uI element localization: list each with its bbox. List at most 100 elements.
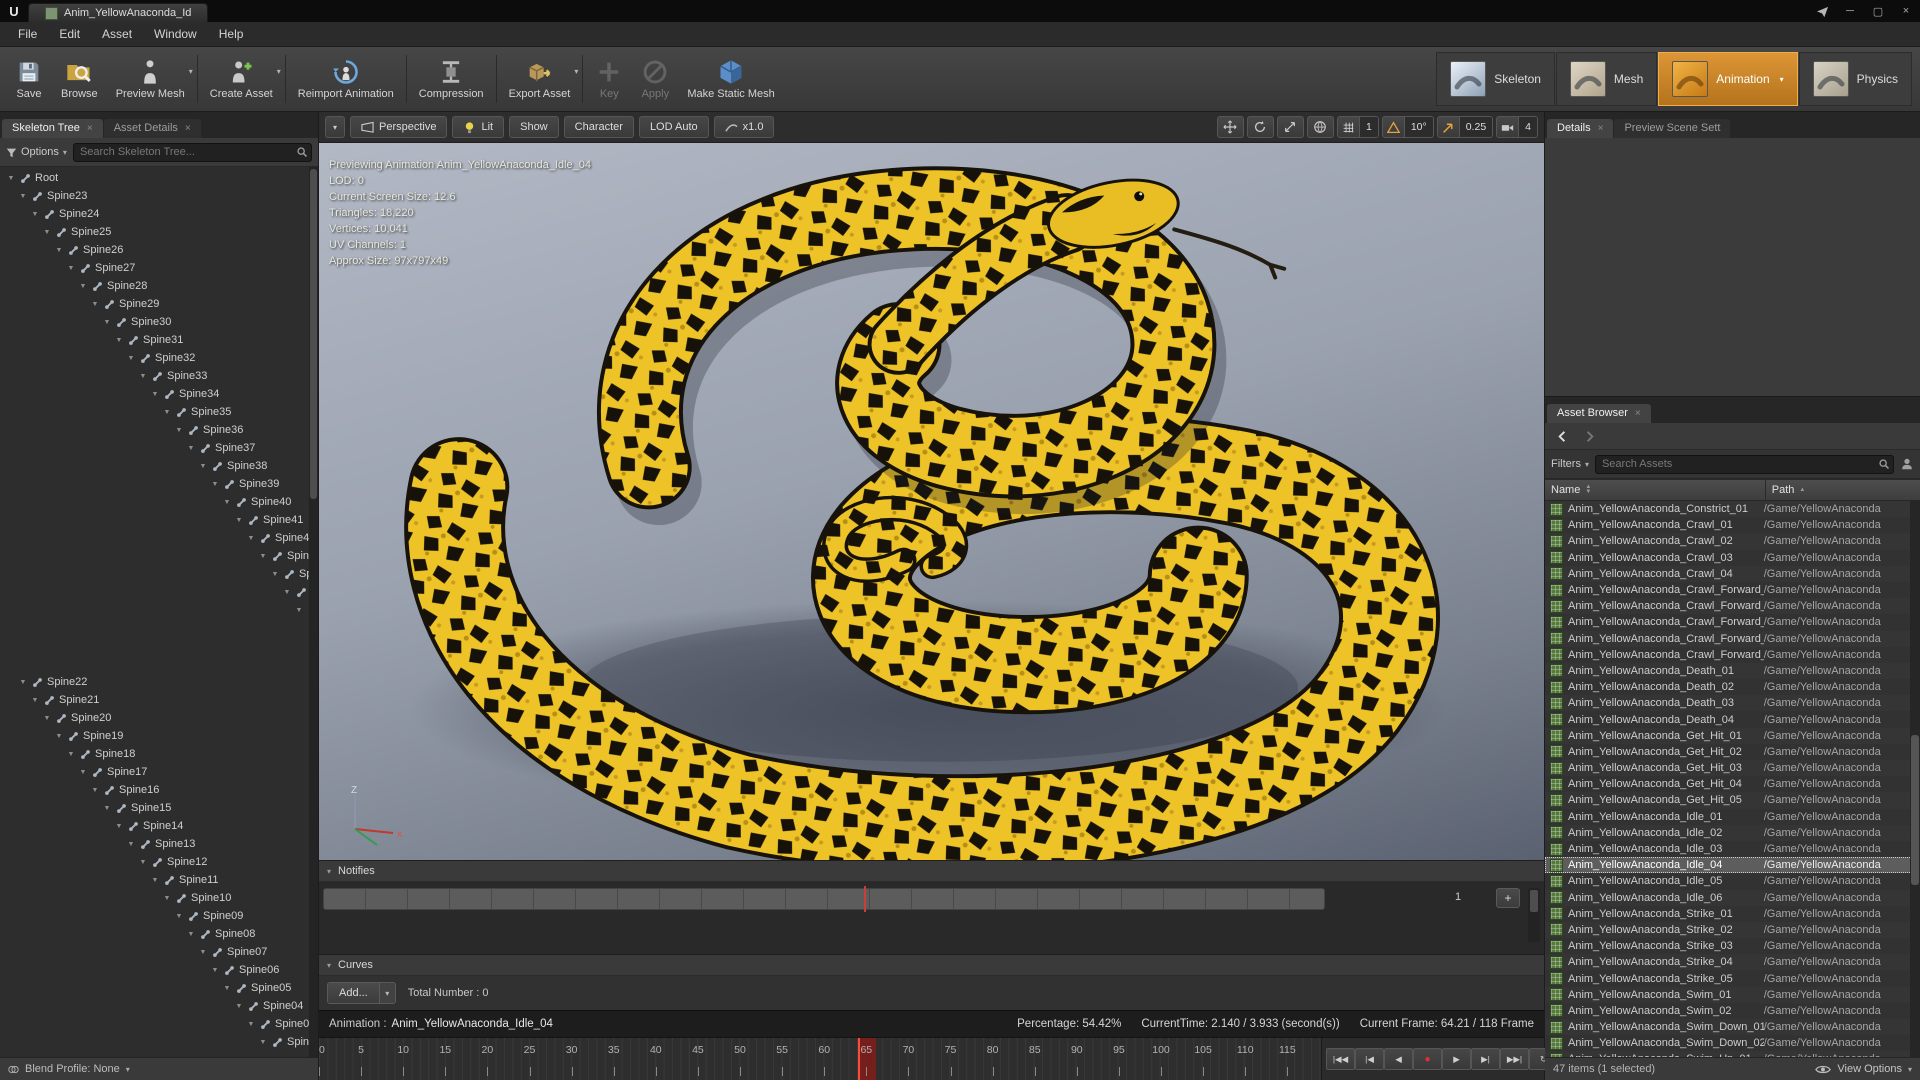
record-button[interactable]: ● xyxy=(1413,1048,1442,1070)
bone-tree-item[interactable]: ▼ Spine03 xyxy=(0,1015,318,1033)
expander-arrow-icon[interactable]: ▼ xyxy=(54,733,64,740)
tab-preview-scene-settings[interactable]: Preview Scene Sett xyxy=(1614,119,1731,138)
bone-tree-item[interactable]: ▼ Spine25 xyxy=(0,223,318,241)
mode-animation-button[interactable]: Animation ▾ xyxy=(1658,52,1798,106)
bone-tree-item[interactable]: ▼ Spine17 xyxy=(0,763,318,781)
expander-arrow-icon[interactable]: ▾ xyxy=(327,867,331,876)
bone-tree-item[interactable]: ▼Spine44 xyxy=(0,565,318,583)
expander-arrow-icon[interactable]: ▼ xyxy=(30,211,40,218)
notifies-scrollbar[interactable] xyxy=(1528,888,1540,942)
expander-arrow-icon[interactable]: ▼ xyxy=(18,679,28,686)
bone-tree-item[interactable]: ▼ Spine06 xyxy=(0,961,318,979)
asset-row[interactable]: Anim_YellowAnaconda_Swim_Down_01/Game/Ye… xyxy=(1545,1019,1920,1036)
viewport-lit-button[interactable]: Lit xyxy=(452,116,505,138)
expander-arrow-icon[interactable]: ▼ xyxy=(54,247,64,254)
expander-arrow-icon[interactable]: ▼ xyxy=(162,895,172,902)
tab-details[interactable]: Details × xyxy=(1547,119,1614,138)
bone-tree-item[interactable]: ▼ Spine24 xyxy=(0,205,318,223)
tab-asset-browser[interactable]: Asset Browser × xyxy=(1547,404,1651,423)
bone-tree-item[interactable]: ▼ Spine10 xyxy=(0,889,318,907)
viewport-lod-auto-button[interactable]: LOD Auto xyxy=(638,116,709,138)
export-asset-button[interactable]: Export Asset ▾ xyxy=(500,47,580,111)
bone-tree-item[interactable]: ▼ Spine29 xyxy=(0,295,318,313)
step-backward-button[interactable]: |◀ xyxy=(1355,1048,1384,1070)
asset-row[interactable]: Anim_YellowAnaconda_Strike_03/Game/Yello… xyxy=(1545,938,1920,954)
mode-physics-button[interactable]: Physics xyxy=(1798,52,1912,106)
asset-row[interactable]: Anim_YellowAnaconda_Idle_01/Game/YellowA… xyxy=(1545,809,1920,825)
close-icon[interactable]: × xyxy=(185,123,191,134)
expander-arrow-icon[interactable]: ▼ xyxy=(90,787,100,794)
bone-tree-item[interactable]: ▼ Spine41 xyxy=(0,511,318,529)
asset-row[interactable]: Anim_YellowAnaconda_Get_Hit_03/Game/Yell… xyxy=(1545,760,1920,777)
back-button[interactable] xyxy=(1555,429,1570,444)
expander-arrow-icon[interactable]: ▼ xyxy=(126,355,136,362)
asset-row[interactable]: Anim_YellowAnaconda_Get_Hit_01/Game/Yell… xyxy=(1545,727,1920,744)
bone-tree-item[interactable]: ▼ Spine37 xyxy=(0,439,318,457)
asset-list-scrollbar[interactable] xyxy=(1910,501,1920,1057)
bone-tree-item[interactable]: ▼ Spine04 xyxy=(0,997,318,1015)
expander-arrow-icon[interactable]: ▼ xyxy=(246,535,256,542)
bone-tree-item[interactable]: ▼ Spine07 xyxy=(0,943,318,961)
minimize-button[interactable]: ─ xyxy=(1836,0,1864,22)
asset-row[interactable]: Anim_YellowAnaconda_Crawl_01/Game/Yellow… xyxy=(1545,517,1920,533)
asset-row[interactable]: Anim_YellowAnaconda_Idle_04/Game/YellowA… xyxy=(1545,857,1920,874)
bone-tree-item[interactable]: ▼Spine43 xyxy=(0,547,318,565)
expander-arrow-icon[interactable]: ▼ xyxy=(138,859,148,866)
play-reverse-button[interactable]: ◀ xyxy=(1384,1048,1413,1070)
mode-skeleton-button[interactable]: Skeleton xyxy=(1436,52,1555,106)
expander-arrow-icon[interactable]: ▼ xyxy=(174,913,184,920)
expander-arrow-icon[interactable]: ▼ xyxy=(114,823,124,830)
expander-arrow-icon[interactable]: ▼ xyxy=(162,409,172,416)
asset-row[interactable]: Anim_YellowAnaconda_Idle_06/Game/YellowA… xyxy=(1545,889,1920,906)
rotate-tool-button[interactable] xyxy=(1246,116,1274,138)
bone-tree-item[interactable]: ▼ Spine31 xyxy=(0,331,318,349)
dropdown-caret-icon[interactable]: ▾ xyxy=(378,983,395,1003)
bone-tree-item[interactable]: ▼ Spine42 xyxy=(0,529,318,547)
timeline-ruler[interactable]: 0 5 10 15 20 25 30 35 40 45 50 55 60 65 70 75 80 85 90 95 10… xyxy=(319,1038,1321,1080)
bone-tree-item[interactable]: ▼Spine46 xyxy=(0,601,318,619)
bone-tree-item[interactable]: ▼ Spine11 xyxy=(0,871,318,889)
expander-arrow-icon[interactable]: ▼ xyxy=(258,553,268,560)
bone-tree-item[interactable]: ▼ Spine23 xyxy=(0,187,318,205)
asset-row[interactable]: Anim_YellowAnaconda_Strike_04/Game/Yello… xyxy=(1545,954,1920,971)
asset-row[interactable]: Anim_YellowAnaconda_Swim_Down_02/Game/Ye… xyxy=(1545,1035,1920,1051)
asset-row[interactable]: Anim_YellowAnaconda_Crawl_Forward_02/Gam… xyxy=(1545,598,1920,615)
menu-file[interactable]: File xyxy=(8,24,47,44)
expander-arrow-icon[interactable]: ▼ xyxy=(174,427,184,434)
menu-window[interactable]: Window xyxy=(144,24,207,44)
expander-arrow-icon[interactable]: ▼ xyxy=(102,805,112,812)
step-forward-button[interactable]: ▶| xyxy=(1471,1048,1500,1070)
play-button[interactable]: ▶ xyxy=(1442,1048,1471,1070)
to-end-button[interactable]: ▶▶| xyxy=(1500,1048,1529,1070)
notifies-header[interactable]: ▾ Notifies xyxy=(319,860,1544,882)
bone-tree-item[interactable]: ▼ Spine19 xyxy=(0,727,318,745)
asset-row[interactable]: Anim_YellowAnaconda_Death_04/Game/Yellow… xyxy=(1545,711,1920,727)
bone-tree-item[interactable]: ▼ Spine15 xyxy=(0,799,318,817)
playhead[interactable] xyxy=(863,886,866,912)
bone-tree-item[interactable]: ▼ Spine38 xyxy=(0,457,318,475)
asset-row[interactable]: Anim_YellowAnaconda_Crawl_04/Game/Yellow… xyxy=(1545,565,1920,582)
camera-speed-value[interactable]: 4 xyxy=(1518,117,1537,137)
scale-snap-button[interactable]: 0.25 xyxy=(1436,116,1494,138)
column-header-path[interactable]: Path ▲ xyxy=(1766,484,1920,496)
expander-arrow-icon[interactable]: ▼ xyxy=(198,463,208,470)
column-header-name[interactable]: Name ▲ ▼ xyxy=(1545,480,1766,500)
expander-arrow-icon[interactable]: ▼ xyxy=(6,175,16,182)
tab-asset-details[interactable]: Asset Details × xyxy=(103,119,201,138)
scale-snap-value[interactable]: 0.25 xyxy=(1458,117,1493,137)
expander-arrow-icon[interactable]: ▼ xyxy=(66,265,76,272)
bone-tree-item[interactable]: ▼ Spine05 xyxy=(0,979,318,997)
bone-tree-item[interactable]: ▼ Root xyxy=(0,169,318,187)
expander-arrow-icon[interactable]: ▼ xyxy=(66,751,76,758)
maximize-button[interactable]: ▢ xyxy=(1864,0,1892,22)
close-icon[interactable]: × xyxy=(87,123,93,134)
bone-tree-item[interactable]: ▼ Spine22 xyxy=(0,673,318,691)
person-icon[interactable] xyxy=(1900,457,1914,471)
close-icon[interactable]: × xyxy=(1598,123,1604,134)
expander-arrow-icon[interactable]: ▼ xyxy=(210,481,220,488)
asset-search-input[interactable] xyxy=(1594,454,1894,474)
bone-tree-item[interactable]: ▼ Spine21 xyxy=(0,691,318,709)
filters-button[interactable]: Filters ▾ xyxy=(1551,458,1589,470)
close-button[interactable]: × xyxy=(1892,0,1920,22)
mode-mesh-button[interactable]: Mesh xyxy=(1555,52,1658,106)
